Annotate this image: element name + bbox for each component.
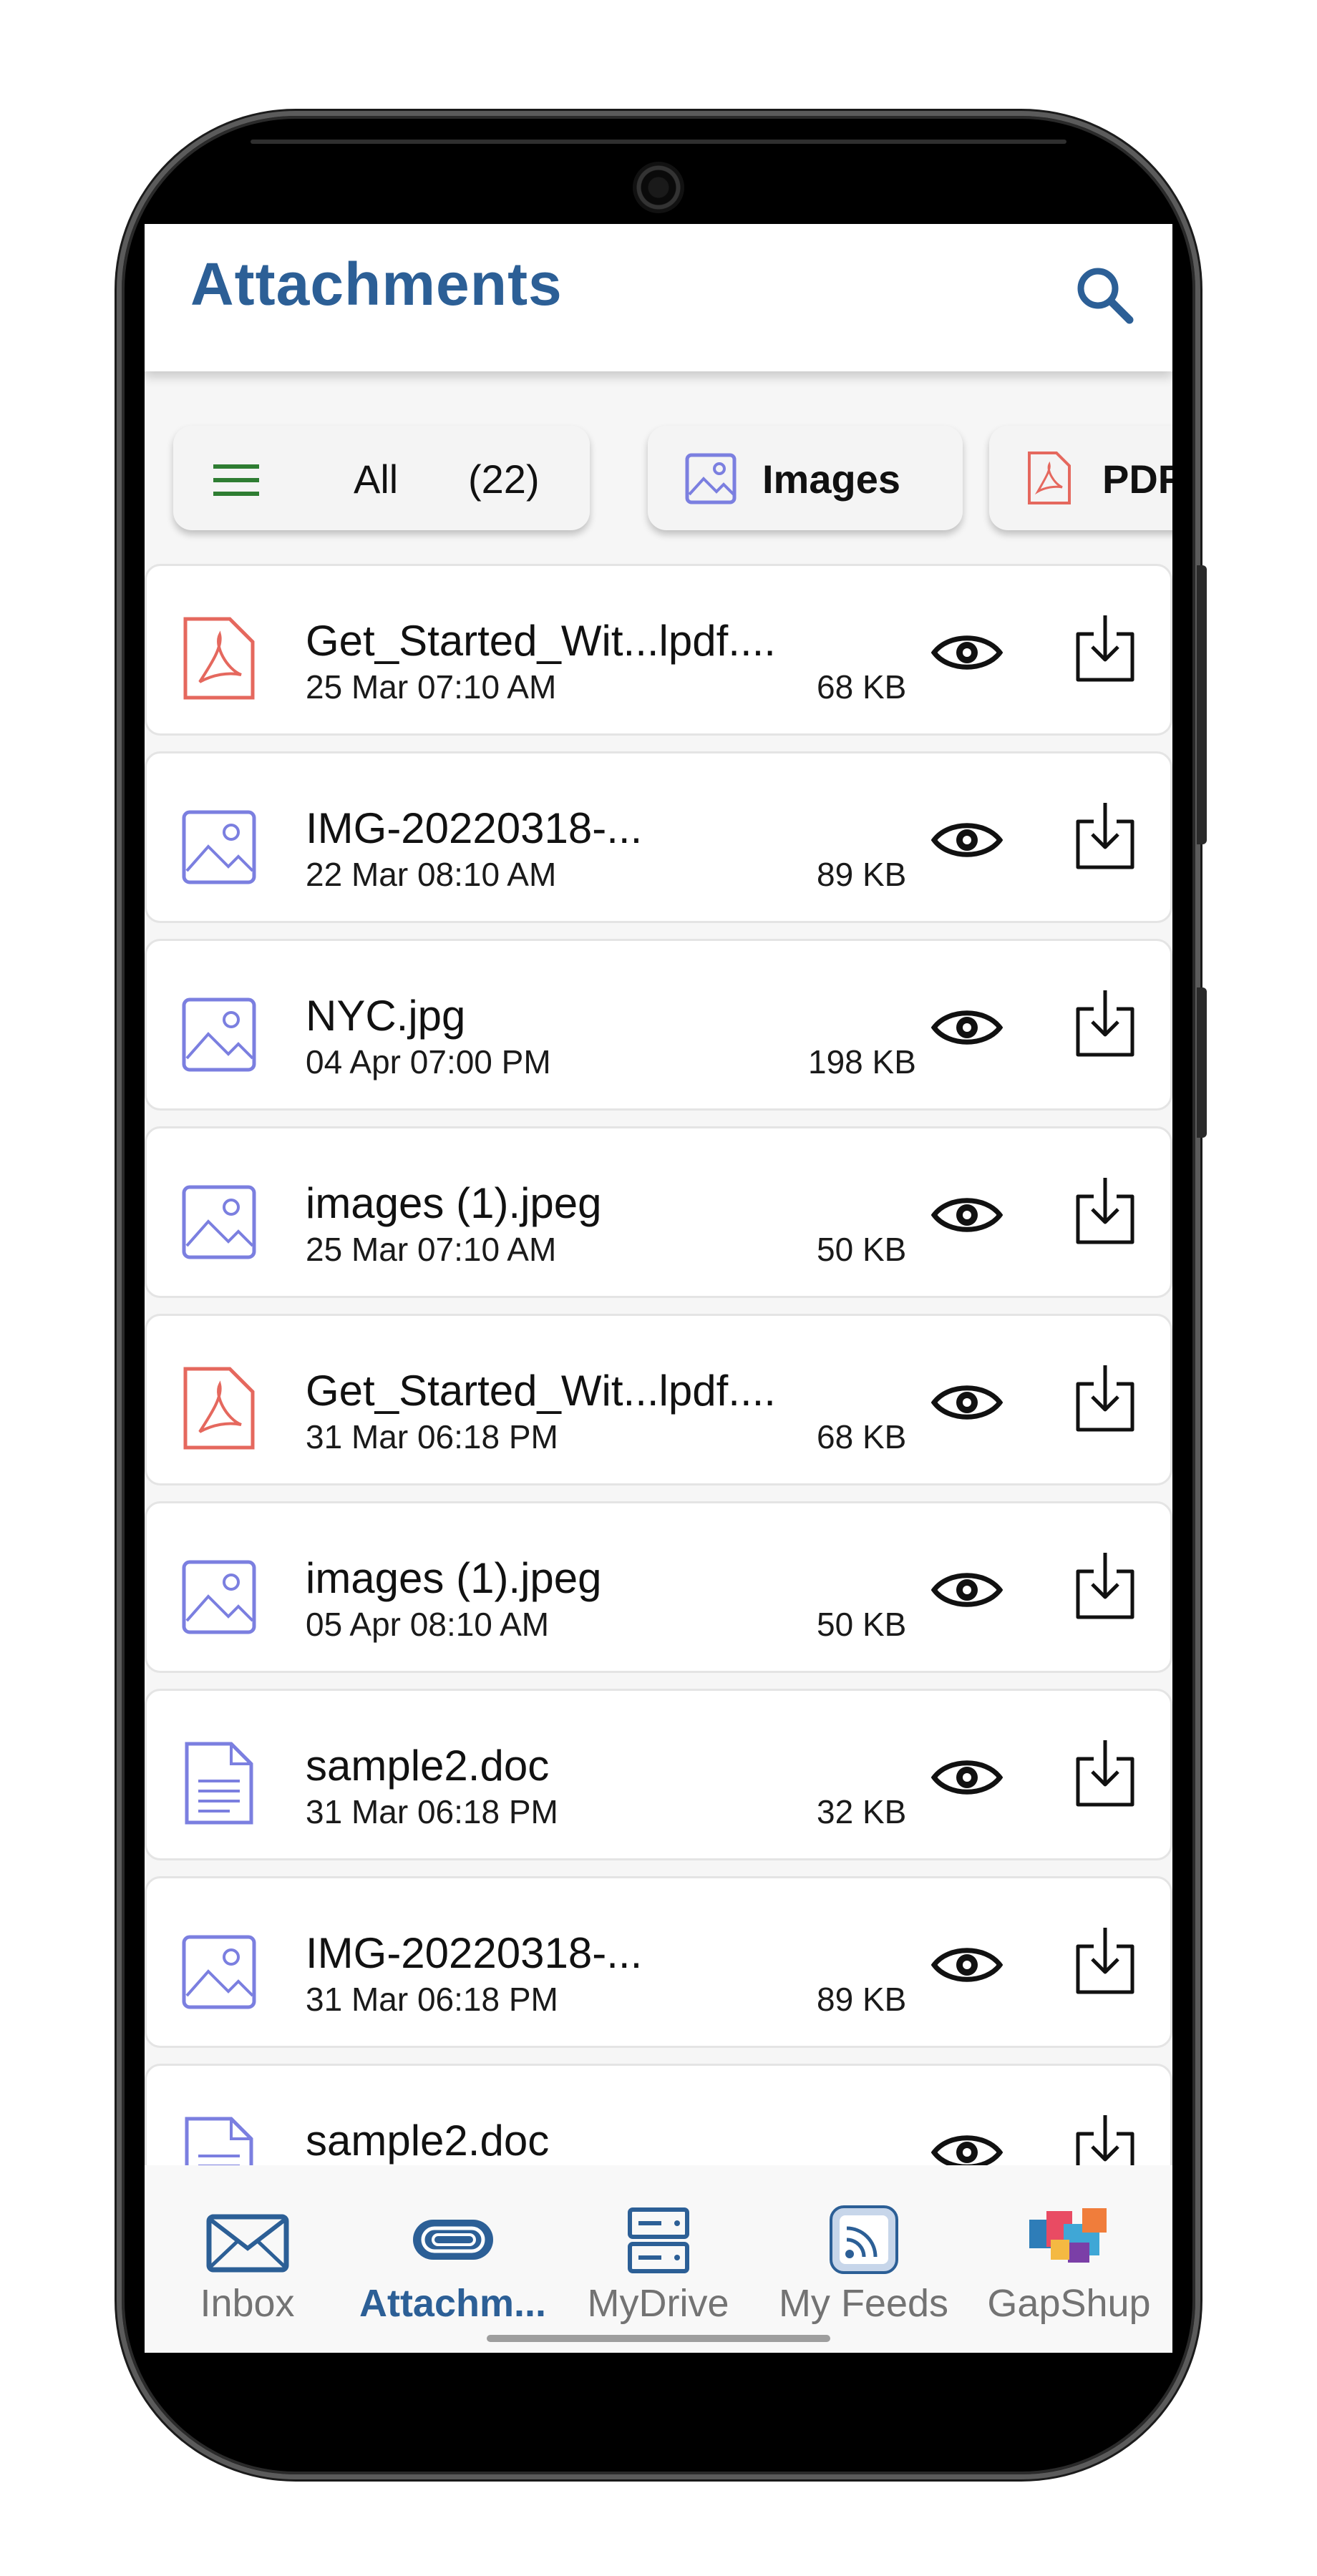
download-icon[interactable] (1072, 1925, 1138, 1996)
file-name: IMG-20220318-... (306, 804, 643, 852)
download-icon[interactable] (1072, 613, 1138, 684)
image-file-icon (180, 990, 258, 1077)
file-size: 50 KB (817, 1606, 907, 1643)
preview-eye-icon[interactable] (930, 1568, 1003, 1612)
file-size: 68 KB (817, 668, 907, 706)
envelope-icon (206, 2214, 289, 2273)
nav-gapshup[interactable]: GapShup (966, 2165, 1172, 2353)
file-name: Get_Started_Wit...lpdf.... (306, 617, 776, 665)
nav-inbox-label: Inbox (200, 2282, 295, 2325)
nav-myfeeds-label: My Feeds (778, 2282, 949, 2325)
nav-attachments[interactable]: Attachm... (350, 2165, 555, 2353)
file-date: 31 Mar 06:18 PM (306, 1793, 558, 1830)
download-icon[interactable] (1072, 800, 1138, 872)
file-date: 04 Apr 07:00 PM (306, 1043, 551, 1080)
nav-attachments-label: Attachm... (359, 2282, 547, 2325)
file-name: IMG-20220318-... (306, 1929, 643, 1977)
preview-eye-icon[interactable] (930, 630, 1003, 675)
preview-eye-icon[interactable] (930, 1943, 1003, 1987)
app-bar: Attachments (145, 224, 1172, 371)
file-date: 25 Mar 07:10 AM (306, 1231, 557, 1268)
attachment-row[interactable]: IMG-20220318-... 31 Mar 06:18 PM 89 KB (145, 1876, 1172, 2048)
nav-gapshup-label: GapShup (987, 2282, 1151, 2325)
file-date: 31 Mar 06:18 PM (306, 1981, 558, 2018)
attachment-row[interactable]: IMG-20220318-... 22 Mar 08:10 AM 89 KB (145, 751, 1172, 923)
file-date: 31 Mar 06:18 PM (306, 1418, 558, 1455)
nav-mydrive[interactable]: MyDrive (555, 2165, 761, 2353)
file-size: 198 KB (808, 1043, 916, 1080)
app-screen: Attachments All (22) Images PDF Get_Star… (145, 224, 1172, 2353)
file-name: sample2.doc (306, 2117, 550, 2165)
download-icon[interactable] (1072, 1175, 1138, 1246)
file-size: 89 KB (817, 856, 907, 893)
pdf-file-icon (180, 1365, 258, 1452)
filter-chip-pdf[interactable]: PDF (989, 426, 1172, 530)
attachment-row[interactable]: Get_Started_Wit...lpdf.... 25 Mar 07:10 A… (145, 564, 1172, 736)
search-button[interactable] (1068, 258, 1142, 333)
file-size: 32 KB (817, 1793, 907, 1830)
file-date: 22 Mar 08:10 AM (306, 856, 557, 893)
filter-chip-images-label: Images (762, 457, 900, 502)
nav-mydrive-label: MyDrive (587, 2282, 729, 2325)
doc-file-icon (180, 1740, 258, 1827)
drive-icon (628, 2207, 689, 2273)
earpiece (251, 140, 1066, 144)
attachment-row[interactable]: sample2.doc 31 Mar 06:18 PM 32 KB (145, 1689, 1172, 1860)
rss-feed-icon (830, 2205, 898, 2274)
page-title: Attachments (190, 250, 563, 318)
filter-chips: All (22) Images PDF (145, 417, 1172, 532)
attachment-row[interactable]: NYC.jpg 04 Apr 07:00 PM 198 KB (145, 939, 1172, 1111)
menu-icon (213, 464, 259, 496)
download-icon[interactable] (1072, 1550, 1138, 1621)
filter-chip-all-label: All (354, 457, 399, 502)
download-icon[interactable] (1072, 1362, 1138, 1434)
file-name: images (1).jpeg (306, 1179, 602, 1227)
preview-eye-icon[interactable] (930, 1755, 1003, 1800)
attachment-row[interactable]: images (1).jpeg 05 Apr 08:10 AM 50 KB (145, 1501, 1172, 1673)
file-date: 25 Mar 07:10 AM (306, 668, 557, 706)
power-button (1197, 987, 1207, 1138)
preview-eye-icon[interactable] (930, 818, 1003, 862)
gapshup-logo-icon (1029, 2208, 1107, 2263)
file-size: 68 KB (817, 1418, 907, 1455)
file-size: 89 KB (817, 1981, 907, 2018)
image-file-icon (180, 1927, 258, 2014)
preview-eye-icon[interactable] (930, 1193, 1003, 1237)
download-icon[interactable] (1072, 1737, 1138, 1809)
pdf-icon (1028, 452, 1071, 504)
file-name: Get_Started_Wit...lpdf.... (306, 1367, 776, 1415)
file-name: sample2.doc (306, 1742, 550, 1790)
preview-eye-icon[interactable] (930, 1005, 1003, 1050)
nav-inbox[interactable]: Inbox (145, 2165, 350, 2353)
filter-chip-all[interactable]: All (22) (173, 426, 590, 530)
nav-myfeeds[interactable]: My Feeds (761, 2165, 966, 2353)
image-file-icon (180, 802, 258, 889)
paperclip-icon (413, 2220, 493, 2260)
file-date: 05 Apr 08:10 AM (306, 1606, 550, 1643)
bottom-navigation: Inbox Attachm... MyDrive My Feeds GapShu… (145, 2165, 1172, 2353)
front-camera (633, 162, 684, 213)
filter-chip-pdf-label: PDF (1102, 457, 1172, 502)
attachment-row[interactable]: Get_Started_Wit...lpdf.... 31 Mar 06:18 P… (145, 1314, 1172, 1485)
download-icon[interactable] (1072, 987, 1138, 1059)
image-file-icon (180, 1552, 258, 1639)
search-icon (1077, 268, 1134, 324)
filter-chip-images[interactable]: Images (648, 426, 963, 530)
preview-eye-icon[interactable] (930, 1380, 1003, 1425)
file-size: 50 KB (817, 1231, 907, 1268)
file-name: NYC.jpg (306, 992, 466, 1040)
image-icon (685, 453, 737, 504)
home-indicator (487, 2335, 830, 2342)
attachment-row[interactable]: images (1).jpeg 25 Mar 07:10 AM 50 KB (145, 1126, 1172, 1298)
volume-button (1197, 565, 1207, 844)
filter-chip-all-count: (22) (468, 457, 540, 502)
file-name: images (1).jpeg (306, 1554, 602, 1602)
pdf-file-icon (180, 615, 258, 702)
image-file-icon (180, 1177, 258, 1264)
